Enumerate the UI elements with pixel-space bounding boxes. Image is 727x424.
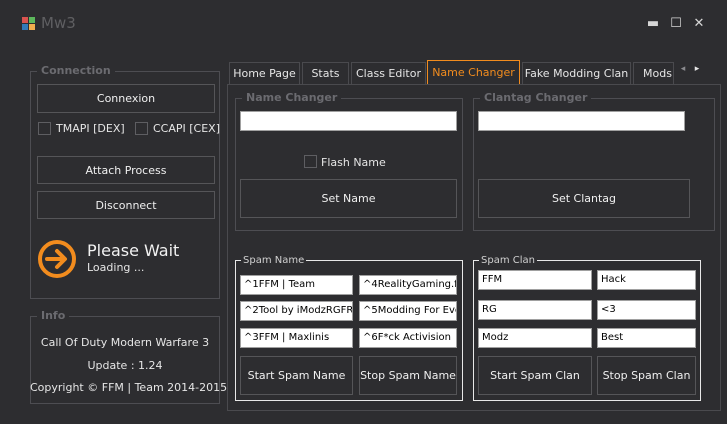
tab-class-editor[interactable]: Class Editor	[351, 62, 426, 84]
set-clantag-button[interactable]: Set Clantag	[478, 179, 690, 218]
tab-scroll-left-icon[interactable]: ◂	[678, 64, 688, 78]
spam-clan-field-6[interactable]: Best	[597, 328, 696, 348]
start-spam-name-button[interactable]: Start Spam Name	[240, 356, 353, 395]
flash-name-label: Flash Name	[321, 156, 386, 169]
title-bar	[0, 0, 727, 52]
info-game: Call Of Duty Modern Warfare 3	[40, 336, 210, 349]
attach-process-button[interactable]: Attach Process	[37, 156, 215, 184]
tab-home-page[interactable]: Home Page	[229, 62, 300, 84]
start-spam-clan-button[interactable]: Start Spam Clan	[478, 356, 592, 395]
name-changer-group-title: Name Changer	[242, 91, 342, 105]
flash-name-checkbox[interactable]	[304, 155, 317, 168]
clantag-changer-group-title: Clantag Changer	[480, 91, 592, 105]
ccapi-checkbox[interactable]	[135, 122, 148, 135]
close-icon[interactable]: ✕	[691, 16, 707, 32]
spam-name-field-6[interactable]: ^6F*ck Activision	[359, 328, 457, 348]
arrow-right-circle-icon	[38, 240, 76, 278]
spam-clan-field-2[interactable]: Hack	[597, 270, 696, 290]
spam-name-field-1[interactable]: ^1FFM | Team	[240, 275, 353, 295]
info-copyright: Copyright © FFM | Team 2014-2015	[30, 381, 228, 394]
tab-fake-modding-clan[interactable]: Fake Modding Clan	[522, 62, 631, 84]
info-update: Update : 1.24	[87, 359, 163, 372]
spam-clan-field-1[interactable]: FFM	[478, 270, 592, 290]
set-name-button[interactable]: Set Name	[240, 179, 457, 218]
spam-clan-field-3[interactable]: RG	[478, 300, 592, 320]
tmapi-checkbox[interactable]	[38, 122, 51, 135]
tmapi-label: TMAPI [DEX]	[56, 122, 125, 135]
window-title: Mw3	[41, 14, 76, 32]
tab-stats[interactable]: Stats	[302, 62, 349, 84]
stop-spam-name-button[interactable]: Stop Spam Name	[359, 356, 457, 395]
connection-group-title: Connection	[37, 64, 115, 78]
spam-clan-group-title: Spam Clan	[479, 255, 537, 266]
spam-name-field-5[interactable]: ^3FFM | Maxlinis	[240, 328, 353, 348]
spam-clan-field-5[interactable]: Modz	[478, 328, 592, 348]
connect-button[interactable]: Connexion	[37, 84, 215, 113]
minimize-icon[interactable]: ▬	[645, 16, 661, 32]
info-group-title: Info	[37, 309, 70, 323]
disconnect-button[interactable]: Disconnect	[37, 191, 215, 219]
spam-name-field-4[interactable]: ^5Modding For Ever	[359, 301, 457, 321]
status-subtitle: Loading ...	[87, 261, 145, 274]
tab-name-changer[interactable]: Name Changer	[427, 60, 520, 84]
tab-mods[interactable]: Mods	[633, 62, 674, 84]
ccapi-label: CCAPI [CEX]	[153, 122, 221, 135]
maximize-icon[interactable]: ☐	[668, 16, 684, 32]
tab-scroll-right-icon[interactable]: ▸	[692, 64, 702, 78]
stop-spam-clan-button[interactable]: Stop Spam Clan	[597, 356, 696, 395]
app-icon	[22, 17, 35, 30]
spam-clan-field-4[interactable]: <3	[597, 300, 696, 320]
status-title: Please Wait	[87, 241, 180, 260]
clantag-input[interactable]	[478, 111, 685, 131]
spam-name-group-title: Spam Name	[241, 255, 307, 266]
name-input[interactable]	[240, 111, 457, 131]
spam-name-field-2[interactable]: ^4RealityGaming.fr	[359, 275, 457, 295]
spam-name-field-3[interactable]: ^2Tool by iModzRGFR	[240, 301, 353, 321]
